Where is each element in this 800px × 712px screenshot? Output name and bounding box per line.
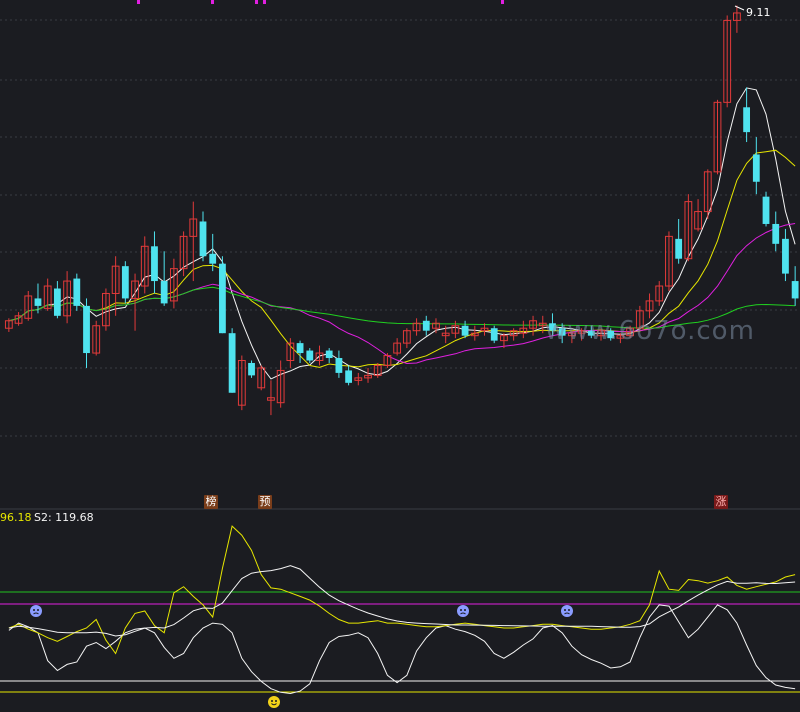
candle-body-down — [345, 370, 353, 383]
candle-body-down — [743, 107, 751, 133]
indicator-series-line — [8, 604, 796, 695]
sad-face-icon — [561, 605, 573, 617]
top-signal-mark — [137, 0, 140, 4]
candle-body-down — [209, 253, 217, 264]
candle-body-down — [296, 343, 304, 354]
high-pointer — [734, 5, 745, 11]
candle-body-down — [422, 320, 430, 331]
candle-body-down — [675, 238, 683, 259]
top-signal-mark — [211, 0, 214, 4]
candle-body-down — [752, 154, 760, 182]
top-signal-mark — [501, 0, 504, 4]
candle-body-down — [228, 333, 236, 393]
candle-body-down — [461, 325, 469, 336]
candle-body-down — [762, 196, 770, 224]
rise-marker: 涨 — [714, 495, 728, 509]
sad-face-icon — [30, 605, 42, 617]
candle-body-down — [160, 281, 168, 304]
s1-value-label: 96.18 — [0, 511, 32, 524]
candle-body-down — [248, 362, 255, 376]
candle-body-down — [791, 281, 799, 299]
rank-marker: 榜 — [204, 495, 218, 509]
top-signal-mark — [255, 0, 258, 4]
candle-body-down — [219, 263, 226, 334]
candle-body-down — [83, 305, 90, 354]
sad-face-icon — [457, 605, 469, 617]
candle-body-down — [772, 223, 780, 244]
candle-body-down — [782, 238, 789, 274]
candle-body-down — [151, 246, 158, 282]
forecast-marker: 预 — [258, 495, 272, 509]
s2-value-label: S2: 119.68 — [34, 511, 94, 524]
happy-face-icon — [268, 696, 280, 708]
watermark: www.6o7o.com — [545, 316, 755, 346]
candle-body-down — [306, 350, 314, 361]
candle-body-down — [53, 288, 61, 316]
high-price-label: 9.11 — [746, 6, 771, 19]
candle-body-down — [34, 298, 42, 306]
candle-body-down — [73, 278, 81, 306]
stock-chart — [0, 0, 800, 708]
candle-body-down — [121, 266, 129, 299]
candle-body-down — [325, 350, 333, 359]
candle-body-down — [335, 358, 343, 373]
candle-body-down — [199, 221, 207, 257]
chart-stage: 榜 预 涨 9.11 96.18 S2: 119.68 www.6o7o.com — [0, 0, 800, 708]
top-signal-mark — [263, 0, 266, 4]
candle-body-down — [490, 328, 498, 341]
